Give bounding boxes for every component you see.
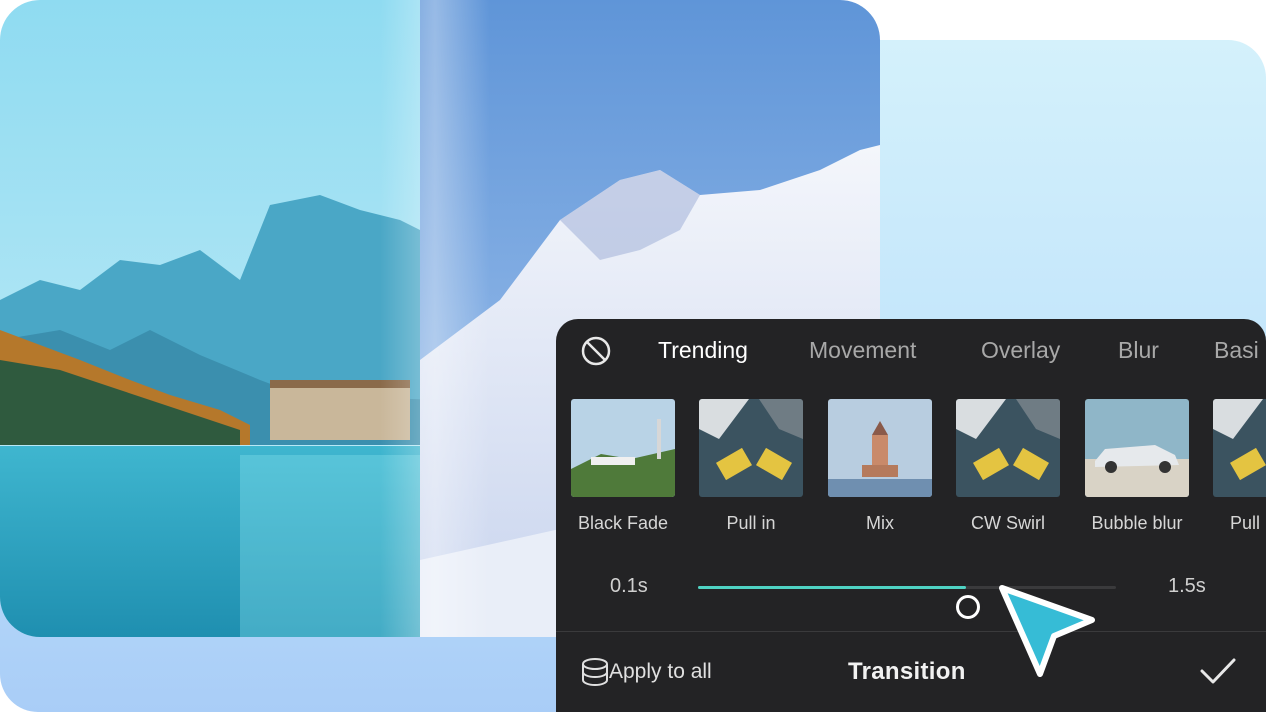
thumbnail-image [1085, 399, 1189, 497]
transition-label: Pull in [726, 513, 776, 533]
transition-label: Pull [1230, 513, 1261, 533]
panel-title: Transition [848, 658, 966, 685]
thumbnail-image [828, 399, 932, 497]
transition-category-tabs: Trending Movement Overlay Blur Basi [556, 319, 1266, 383]
transition-item-bubble-blur[interactable]: Bubble blur [1085, 399, 1189, 534]
no-transition-icon[interactable] [580, 335, 612, 367]
transition-item-black-fade[interactable]: Black Fade [571, 399, 675, 534]
thumbnail-image [956, 399, 1060, 497]
tab-blur[interactable]: Blur [1118, 337, 1159, 364]
thumbnail-image [699, 399, 803, 497]
duration-slider-knob[interactable] [952, 592, 983, 622]
transition-item-cw-swirl[interactable]: CW Swirl [956, 399, 1060, 534]
transition-label: Mix [866, 513, 894, 533]
transition-thumbnail-list: Black Fade Pull in Mix CW Swirl Bubble b… [556, 399, 1266, 533]
transition-item-mix[interactable]: Mix [828, 399, 932, 534]
panel-footer: Apply to all Transition [556, 632, 1266, 712]
transition-label: Black Fade [577, 513, 669, 533]
transition-item-pull[interactable]: Pull [1213, 399, 1266, 534]
layers-icon[interactable] [580, 656, 610, 688]
duration-slider-row: 0.1s 1.5s [556, 567, 1266, 622]
tab-trending[interactable]: Trending [658, 337, 748, 364]
transition-item-pull-in[interactable]: Pull in [699, 399, 803, 534]
thumbnail-image [1213, 399, 1266, 497]
thumbnail-image [571, 399, 675, 497]
pointer-cursor-icon [999, 585, 1095, 677]
apply-to-all-button[interactable]: Apply to all [609, 660, 712, 684]
tab-basic[interactable]: Basi [1214, 337, 1259, 364]
tab-overlay[interactable]: Overlay [981, 337, 1060, 364]
checkmark-icon[interactable] [1200, 656, 1236, 686]
transition-label: CW Swirl [971, 513, 1045, 533]
transition-panel: Trending Movement Overlay Blur Basi Blac… [556, 319, 1266, 712]
duration-slider-fill [698, 586, 966, 589]
duration-min-label: 0.1s [610, 575, 648, 597]
transition-label: Bubble blur [1091, 513, 1183, 533]
tab-movement[interactable]: Movement [809, 337, 916, 364]
duration-max-label: 1.5s [1168, 575, 1206, 597]
